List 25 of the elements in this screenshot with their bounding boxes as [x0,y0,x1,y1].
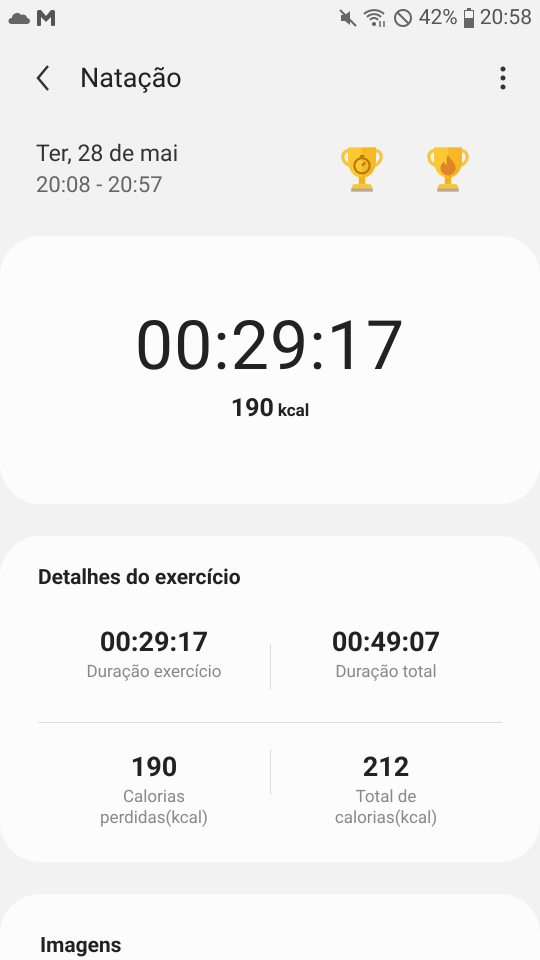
workout-date: Ter, 28 de mai [36,140,180,167]
section-title: Detalhes do exercício [38,566,242,590]
cloud-icon [8,12,30,24]
mute-icon [338,9,357,27]
stat-label: Calorias perdidas(kcal) [99,787,209,830]
wifi-icon [362,8,387,28]
stat-label: Duração total [334,662,438,684]
more-icon[interactable] [500,66,506,90]
duration-value: 00:29:17 [134,306,406,386]
battery-icon [464,8,474,28]
stat-label: Total de calorias(kcal) [334,787,438,830]
calories-unit: kcal [278,401,310,421]
section-title: Imagens [40,934,122,958]
calories-value: 190 [230,394,274,423]
stat-value: 00:49:07 [332,626,440,658]
stat-value: 190 [130,751,178,783]
page-title: Natação [80,62,183,94]
stat-value: 00:29:17 [100,626,208,658]
app-notification-icon [36,9,56,27]
stat-value: 212 [362,751,410,783]
battery-percent: 42% [418,6,458,30]
blocked-icon [392,8,413,28]
workout-time-range: 20:08 - 20:57 [36,173,164,198]
stat-label: Duração exercício [86,662,222,684]
clock: 20:58 [480,6,532,30]
